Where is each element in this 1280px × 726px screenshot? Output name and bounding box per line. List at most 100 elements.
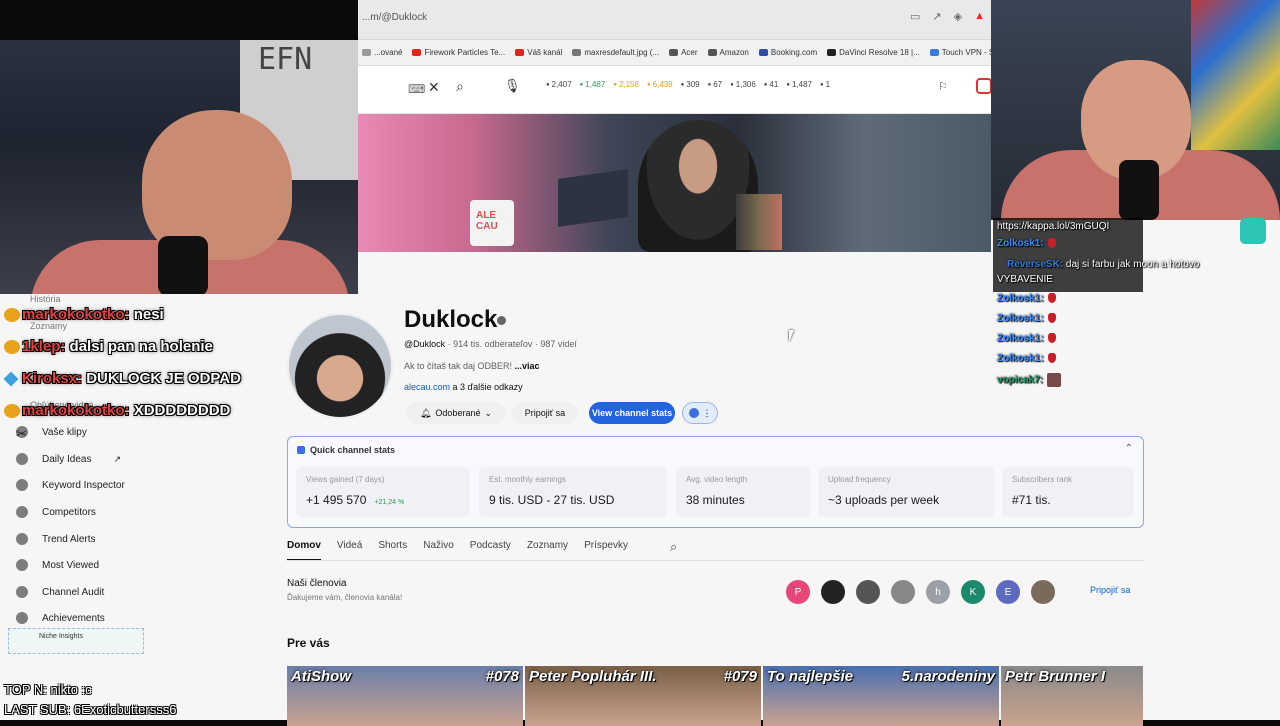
bookmark-item[interactable]: ...ované — [362, 48, 402, 57]
tab-6[interactable]: Príspevky — [584, 540, 628, 561]
channel-counts: · 914 tis. odberateľov · 987 videí — [445, 339, 577, 349]
video-thumbnail[interactable]: Petr Brunner I — [1001, 666, 1143, 726]
tab-5[interactable]: Zoznamy — [527, 540, 568, 561]
sidebar-item[interactable]: Competitors — [16, 506, 96, 518]
thumbnail-title: To najlepšie — [767, 668, 854, 685]
members-join-link[interactable]: Pripojiť sa — [1090, 585, 1130, 595]
member-avatar[interactable] — [891, 580, 915, 604]
stat-value-text: ~3 uploads per week — [828, 493, 940, 507]
subscribed-label: Odoberané — [435, 408, 481, 418]
sidebar-item[interactable]: Keyword Inspector — [16, 479, 125, 491]
chat-username[interactable]: Zolkosk1: — [997, 293, 1044, 304]
bookmark-item[interactable]: Touch VPN - S... — [929, 48, 991, 57]
member-avatar[interactable]: E — [996, 580, 1020, 604]
channel-link[interactable]: alecau.com — [404, 382, 450, 392]
microphone-icon[interactable]: 🎙 — [504, 78, 521, 94]
chat-username[interactable]: vopicak7: — [997, 375, 1043, 386]
tab-4[interactable]: Podcasty — [470, 540, 511, 561]
bookmark-item[interactable]: Amazon — [707, 48, 749, 57]
member-avatar[interactable]: h — [926, 580, 950, 604]
view-channel-stats-button[interactable]: View channel stats — [589, 402, 675, 424]
stat-value: 41 — [769, 80, 779, 89]
niche-insights-panel[interactable]: Niche Insights — [8, 628, 144, 654]
channel-description[interactable]: Ak to čítaš tak daj ODBER! ...viac — [404, 361, 540, 371]
thumbnail-tag: 5.narodeniny — [901, 668, 995, 685]
tab-0[interactable]: Domov — [287, 540, 321, 561]
share-icon[interactable]: ↗ — [932, 10, 941, 23]
video-thumbnail[interactable]: Peter Popluhár III. #079 — [525, 666, 761, 726]
cast-icon[interactable]: ▭ — [910, 10, 920, 23]
sidebar-item[interactable]: Most Viewed — [16, 559, 99, 571]
bookmark-item[interactable]: Váš kanál — [515, 48, 562, 57]
strawberry-icon — [1047, 238, 1056, 249]
sidebar-item[interactable]: Achievements — [16, 612, 105, 624]
search-icon[interactable]: ⌕ — [456, 78, 464, 95]
bookmark-item[interactable]: maxresdefault.jpg (... — [572, 48, 659, 57]
sidebar-item[interactable]: Trend Alerts — [16, 533, 96, 545]
extension-stat: ● 1 — [820, 80, 830, 89]
sub-badge-icon — [4, 340, 20, 355]
member-avatar[interactable] — [821, 580, 845, 604]
bookmark-item[interactable]: Acer — [669, 48, 698, 57]
bookmark-item[interactable]: Booking.com — [758, 48, 818, 57]
chat-username[interactable]: Zolkosk1: — [997, 238, 1044, 249]
clear-search-icon[interactable]: ✕ — [428, 79, 440, 96]
sidebar-item-icon — [16, 533, 28, 545]
side-panel-button[interactable] — [1240, 218, 1266, 244]
member-avatar[interactable] — [856, 580, 880, 604]
bookmark-label: DaVinci Resolve 18 |... — [839, 48, 920, 57]
video-thumbnail[interactable]: To najlepšie 5.narodeniny — [763, 666, 999, 726]
join-button[interactable]: Pripojiť sa — [512, 402, 578, 424]
sidebar-item[interactable]: ✂ Vaše klipy — [16, 426, 87, 441]
chat-username[interactable]: ReverseSK: — [1007, 259, 1063, 270]
chat-text: VYBAVENIE — [997, 274, 1053, 285]
extension-stat: ● 1,487 — [786, 80, 812, 89]
bookmark-label: Booking.com — [770, 48, 818, 57]
member-avatar[interactable] — [1031, 580, 1055, 604]
stat-card: Avg. video length 38 minutes — [676, 467, 810, 517]
sidebar-item[interactable]: História — [30, 294, 61, 304]
channel-avatar[interactable] — [287, 313, 393, 419]
stat-icon: ● — [819, 81, 824, 88]
overlay-text: DUKLOCK JE ODPAD — [82, 370, 241, 387]
bookmark-item[interactable]: Firework Particles Te... — [412, 48, 505, 57]
overlay-text: dalsi pan na holenie — [65, 338, 213, 355]
member-avatar[interactable]: K — [961, 580, 985, 604]
alert-icon[interactable]: ▲ — [974, 10, 985, 23]
more-link[interactable]: ...viac — [515, 361, 540, 371]
record-icon[interactable] — [976, 78, 992, 94]
sidebar-item-icon — [16, 559, 28, 571]
video-thumbnail[interactable]: AtiShow #078 — [287, 666, 523, 726]
sidebar-item-label: Daily Ideas — [42, 453, 92, 465]
stat-value: 1,487 — [791, 80, 812, 89]
sidebar-item-icon — [16, 506, 28, 518]
tab-2[interactable]: Shorts — [378, 540, 407, 561]
chat-username[interactable]: Zolkosk1: — [997, 313, 1044, 324]
extension-menu-button[interactable]: ⋮ — [682, 402, 718, 424]
bookmark-item[interactable]: DaVinci Resolve 18 |... — [827, 48, 920, 57]
chat-username[interactable]: Zolkosk1: — [997, 333, 1044, 344]
sidebar-item-label: Keyword Inspector — [42, 479, 125, 491]
stat-icon: ● — [730, 81, 734, 88]
shield-icon[interactable]: ◈ — [954, 10, 962, 23]
extension-icon[interactable]: ⚐ — [938, 80, 948, 93]
bookmark-icon — [362, 49, 371, 56]
chat-text: daj si farbu jak moon a hotovo — [1063, 259, 1200, 270]
subscribed-button[interactable]: 🔔︎ Odoberané ⌄ — [406, 402, 506, 424]
address-bar[interactable]: ...m/@Duklock ▭ ↗ ◈ ▲ — [358, 0, 991, 40]
sidebar-item[interactable]: Channel Audit — [16, 586, 104, 598]
bookmark-label: ...ované — [374, 48, 403, 57]
chat-message: Zolkosk1: — [997, 238, 1056, 249]
extension-stat: ● 1,487 — [580, 80, 606, 89]
sidebar-item[interactable]: Daily Ideas ↗ — [16, 453, 121, 465]
tab-1[interactable]: Videá — [337, 540, 362, 561]
more-links[interactable]: a 3 ďalšie odkazy — [450, 382, 523, 392]
keyboard-icon[interactable]: ⌨ — [408, 82, 425, 96]
chat-message: Zolkosk1: — [997, 353, 1056, 364]
member-avatar[interactable]: P — [786, 580, 810, 604]
tab-3[interactable]: Naživo — [423, 540, 454, 561]
collapse-icon[interactable]: ⌃ — [1125, 443, 1133, 454]
search-tab-icon[interactable]: ⌕ — [670, 539, 677, 555]
chat-username[interactable]: Zolkosk1: — [997, 353, 1044, 364]
section-title: Pre vás — [287, 636, 330, 650]
